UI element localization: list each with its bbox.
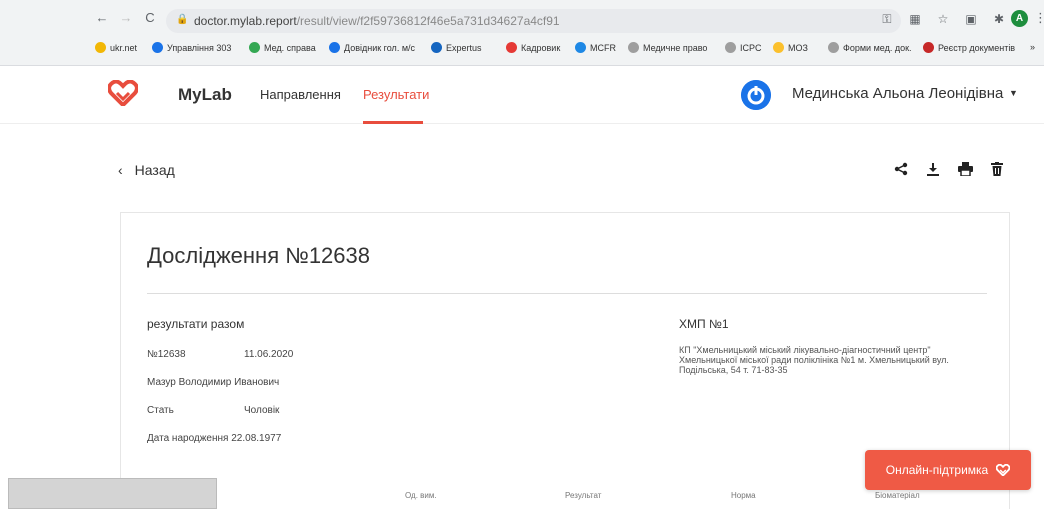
bookmark-label: Кадровик <box>521 42 561 53</box>
sex-value: Чоловік <box>244 405 280 416</box>
download-icon[interactable] <box>925 160 941 178</box>
bookmark-item[interactable]: Мед. справа <box>249 42 316 53</box>
active-tab-indicator <box>363 121 423 124</box>
bookmark-label: Форми мед. док. <box>843 42 912 53</box>
translate-icon[interactable]: ▦ <box>908 12 922 26</box>
chevron-down-icon[interactable]: ▼ <box>1009 88 1018 98</box>
bookmark-item[interactable]: Реєстр документів <box>923 42 1015 53</box>
col-unit: Од. вим. <box>405 491 437 500</box>
app-header: MyLab Направлення Результати Мединська А… <box>0 66 1044 124</box>
bookmark-item[interactable]: Управління 303 <box>152 42 231 53</box>
divider <box>147 293 987 294</box>
bookmark-item[interactable]: ukr.net <box>95 42 137 53</box>
extension-icon[interactable]: ▣ <box>964 12 978 26</box>
bookmark-label: ICPC <box>740 42 762 53</box>
bookmark-favicon-icon <box>773 42 784 53</box>
share-icon[interactable] <box>893 160 909 178</box>
mylab-logo-icon[interactable] <box>108 80 138 106</box>
bookmark-label: МОЗ <box>788 42 808 53</box>
study-number: №12638 <box>147 349 186 360</box>
bookmark-label: Мед. справа <box>264 42 316 53</box>
overlay-block <box>8 478 217 509</box>
bookmarks-bar: ukr.net Управління 303 Мед. справа Довідник… <box>0 39 1044 59</box>
menu-icon[interactable]: ⋮ <box>1034 10 1044 26</box>
bookmark-favicon-icon <box>329 42 340 53</box>
lab-address: КП "Хмельницький міський лікувально-діаг… <box>679 345 949 375</box>
nav-results[interactable]: Результати <box>363 87 429 102</box>
results-table-header: Од. вим. Результат Норма Біоматеріал <box>121 491 1011 509</box>
bookmark-item[interactable]: Форми мед. док. <box>828 42 912 53</box>
bookmark-favicon-icon <box>249 42 260 53</box>
bookmark-item[interactable]: ICPC <box>725 42 762 53</box>
key-icon[interactable]: ⚿ <box>880 12 894 26</box>
bookmark-favicon-icon <box>152 42 163 53</box>
study-title: Дослідження №12638 <box>147 243 370 268</box>
star-icon[interactable]: ☆ <box>936 12 950 26</box>
sex-label: Стать <box>147 405 174 416</box>
forward-arrow-icon[interactable]: → <box>118 10 134 25</box>
bookmark-item[interactable]: Медичне право <box>628 42 707 53</box>
address-bar[interactable]: 🔒 doctor.mylab.report/result/view/f2f597… <box>166 9 901 33</box>
chevron-left-icon: ‹ <box>118 162 123 178</box>
bookmark-favicon-icon <box>923 42 934 53</box>
patient-name: Мазур Володимир Иванович <box>147 377 280 388</box>
bookmark-favicon-icon <box>575 42 586 53</box>
delete-icon[interactable] <box>989 160 1005 178</box>
nav-referrals[interactable]: Направлення <box>260 87 341 102</box>
back-arrow-icon[interactable]: ← <box>94 10 110 25</box>
url-text: doctor.mylab.report/result/view/f2f59736… <box>194 14 560 28</box>
bookmark-label: MCFR <box>590 42 616 53</box>
lab-name: ХМП №1 <box>679 317 729 331</box>
section-title: результати разом <box>147 317 245 331</box>
lock-icon: 🔒 <box>176 14 189 25</box>
support-label: Онлайн-підтримка <box>885 463 989 477</box>
online-support-button[interactable]: Онлайн-підтримка <box>865 450 1031 490</box>
browser-chrome: ← → C 🔒 doctor.mylab.report/result/view/… <box>0 0 1044 66</box>
user-name[interactable]: Мединська Альона Леонідівна <box>792 85 1003 102</box>
study-date: 11.06.2020 <box>244 349 294 360</box>
bookmark-label: Управління 303 <box>167 42 232 53</box>
bookmark-label: Довідник гол. м/с <box>344 42 416 53</box>
bookmark-favicon-icon <box>95 42 106 53</box>
bookmark-item[interactable]: Expertus <box>431 42 482 53</box>
puzzle-icon[interactable]: ✱ <box>992 12 1006 26</box>
bookmark-favicon-icon <box>506 42 517 53</box>
brand-name[interactable]: MyLab <box>178 85 232 105</box>
bookmarks-more-button[interactable]: » <box>1030 42 1035 52</box>
bookmark-item[interactable]: Довідник гол. м/с <box>329 42 415 53</box>
bookmark-label: Expertus <box>446 42 482 53</box>
bookmark-label: Реєстр документів <box>938 42 1016 53</box>
date-of-birth: Дата народження 22.08.1977 <box>147 433 282 444</box>
user-avatar[interactable] <box>741 80 771 110</box>
col-result: Результат <box>565 491 602 500</box>
col-norm: Норма <box>731 491 756 500</box>
bookmark-favicon-icon <box>725 42 736 53</box>
bookmark-item[interactable]: Кадровик <box>506 42 560 53</box>
reload-icon[interactable]: C <box>142 10 158 25</box>
bookmark-label: ukr.net <box>110 42 138 53</box>
action-toolbar <box>893 160 1005 178</box>
back-label: Назад <box>134 162 175 178</box>
profile-avatar[interactable]: A <box>1011 10 1028 27</box>
bookmark-favicon-icon <box>628 42 639 53</box>
bookmark-favicon-icon <box>828 42 839 53</box>
print-icon[interactable] <box>957 160 973 178</box>
bookmark-item[interactable]: МОЗ <box>773 42 808 53</box>
col-biomaterial: Біоматеріал <box>875 491 920 500</box>
back-link[interactable]: ‹ Назад <box>118 162 175 178</box>
bookmark-label: Медичне право <box>643 42 708 53</box>
bookmark-favicon-icon <box>431 42 442 53</box>
heart-logo-icon <box>996 464 1011 476</box>
bookmark-item[interactable]: MCFR <box>575 42 616 53</box>
